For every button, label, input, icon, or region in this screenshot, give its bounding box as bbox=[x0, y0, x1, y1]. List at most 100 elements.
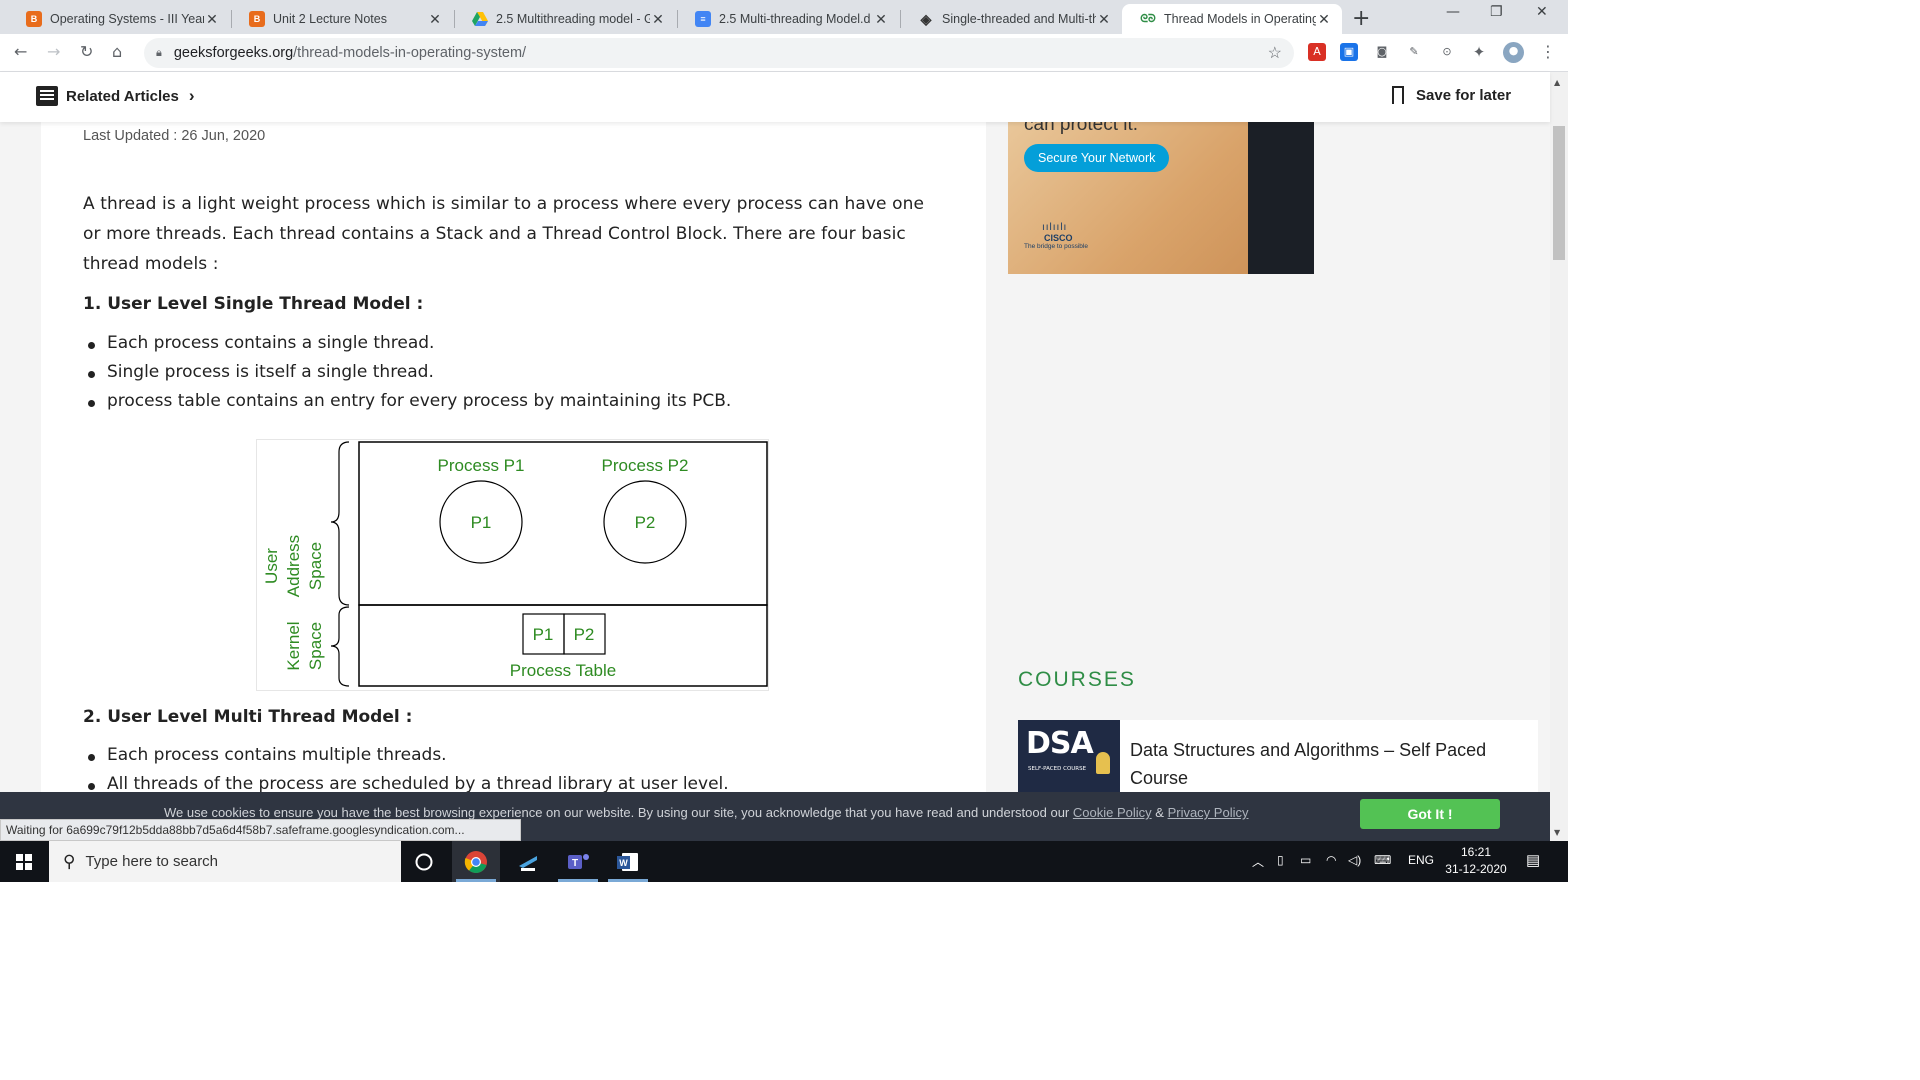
keyboard-icon[interactable]: ⌨ bbox=[1374, 853, 1391, 867]
thumbnail-figure-icon bbox=[1096, 752, 1110, 774]
eyedropper-icon[interactable]: ✎ bbox=[1405, 43, 1423, 61]
notification-center-icon[interactable]: ▤ bbox=[1526, 851, 1540, 869]
user-address-space-label-line1: User bbox=[262, 548, 281, 584]
google-drive-icon bbox=[472, 11, 488, 27]
extensions-puzzle-icon[interactable]: ✦ bbox=[1470, 43, 1488, 61]
home-icon[interactable]: ⌂ bbox=[112, 42, 122, 61]
user-address-space-label-line3: Space bbox=[306, 542, 325, 590]
close-icon[interactable]: ✕ bbox=[427, 11, 443, 28]
battery-icon[interactable]: ▭ bbox=[1300, 853, 1311, 867]
search-placeholder: Type here to search bbox=[85, 853, 219, 870]
blogger-icon: B bbox=[249, 11, 265, 27]
cisco-logo: ıılıılı CISCO The bridge to possible bbox=[1024, 222, 1088, 250]
restore-icon[interactable]: ❐ bbox=[1490, 4, 1503, 20]
camera-extension-icon[interactable]: ◙ bbox=[1373, 43, 1391, 61]
chrome-taskbar-icon[interactable] bbox=[452, 841, 500, 882]
taskbar-search-box[interactable]: ⚲ Type here to search bbox=[49, 841, 401, 882]
got-it-button[interactable]: Got It ! bbox=[1360, 799, 1500, 829]
tab-multi-threading-model-doc[interactable]: ≡ 2.5 Multi-threading Model.d ✕ bbox=[677, 4, 899, 34]
bookmark-star-icon[interactable]: ☆ bbox=[1268, 43, 1282, 63]
page-scrollbar[interactable]: ▲ ▼ bbox=[1550, 72, 1568, 841]
address-bar[interactable]: 🔒︎ geeksforgeeks.org/thread-models-in-op… bbox=[144, 38, 1294, 68]
close-icon[interactable]: ✕ bbox=[650, 11, 666, 28]
back-arrow-icon[interactable]: ← bbox=[14, 42, 27, 61]
p2-circle-label: P2 bbox=[635, 513, 656, 532]
user-space-brace bbox=[330, 441, 350, 606]
google-docs-icon: ≡ bbox=[695, 11, 711, 27]
bookmark-icon bbox=[1392, 86, 1404, 104]
code-extension-icon[interactable]: ⊙ bbox=[1438, 43, 1456, 61]
window-close-icon[interactable]: ✕ bbox=[1536, 4, 1548, 20]
pdf-extension-icon[interactable]: A bbox=[1308, 43, 1326, 61]
cookie-message: We use cookies to ensure you have the be… bbox=[164, 805, 1248, 820]
course-title-link[interactable]: Data Structures and Algorithms – Self Pa… bbox=[1130, 736, 1530, 792]
profile-avatar[interactable]: ● bbox=[1503, 42, 1524, 63]
table-p1-label: P1 bbox=[533, 625, 554, 644]
taskbar-clock[interactable]: 16:21 31-12-2020 bbox=[1440, 844, 1512, 878]
tab-unit-2-lecture-notes[interactable]: B Unit 2 Lecture Notes ✕ bbox=[231, 4, 453, 34]
close-icon[interactable]: ✕ bbox=[1316, 11, 1332, 28]
privacy-policy-link[interactable]: Privacy Policy bbox=[1168, 805, 1249, 820]
svg-text:T: T bbox=[572, 858, 578, 869]
save-for-later-button[interactable]: Save for later bbox=[1392, 86, 1511, 104]
tab-title: Single-threaded and Multi-th bbox=[942, 12, 1096, 26]
close-icon[interactable]: ✕ bbox=[1096, 11, 1112, 28]
volume-icon[interactable]: ◁) bbox=[1348, 853, 1361, 867]
new-tab-button[interactable]: + bbox=[1352, 6, 1370, 31]
url-path: /thread-models-in-operating-system/ bbox=[293, 45, 527, 61]
scrollbar-thumb[interactable] bbox=[1553, 126, 1565, 260]
tab-operating-systems[interactable]: B Operating Systems - III Year I ✕ bbox=[8, 4, 230, 34]
tab-single-threaded-multi-threaded[interactable]: ◈ Single-threaded and Multi-th ✕ bbox=[900, 4, 1122, 34]
teams-app-icon[interactable]: T bbox=[554, 841, 602, 882]
page-viewport: Last Updated : 26 Jun, 2020 A thread is … bbox=[0, 72, 1550, 841]
task-view-icon[interactable] bbox=[400, 841, 448, 882]
process-table-label: Process Table bbox=[510, 661, 616, 680]
ad-brand: CISCO bbox=[1044, 233, 1073, 243]
gfg-icon: ᘓᘐ bbox=[1140, 12, 1156, 25]
minimize-icon[interactable]: — bbox=[1446, 4, 1460, 20]
windows-taskbar: ⚲ Type here to search T W ︿ ▯ ▭ ◠ ◁) ⌨ E… bbox=[0, 841, 1568, 882]
svg-text:W: W bbox=[619, 858, 628, 868]
language-indicator[interactable]: ENG bbox=[1408, 853, 1434, 867]
table-p2-label: P2 bbox=[574, 625, 595, 644]
screen-extension-icon[interactable]: ▣ bbox=[1340, 43, 1358, 61]
scroll-up-arrow-icon[interactable]: ▲ bbox=[1554, 78, 1560, 87]
list-item: Each process contains multiple threads. bbox=[83, 745, 729, 774]
paint-app-icon[interactable] bbox=[504, 841, 552, 882]
list-item: Single process is itself a single thread… bbox=[83, 362, 731, 391]
tab-title: 2.5 Multithreading model - G bbox=[496, 12, 650, 26]
wifi-icon[interactable]: ◠ bbox=[1326, 853, 1336, 867]
single-thread-model-diagram: User Address Space Kernel Space Process … bbox=[256, 439, 769, 691]
tab-title: Unit 2 Lecture Notes bbox=[273, 12, 387, 26]
forward-arrow-icon[interactable]: → bbox=[47, 42, 60, 61]
cisco-advertisement[interactable]: can protect it. Secure Your Network ıılı… bbox=[1008, 120, 1314, 274]
tab-thread-models-active[interactable]: ᘓᘐ Thread Models in Operating ✕ bbox=[1122, 4, 1342, 34]
menu-kebab-icon[interactable]: ⋮ bbox=[1540, 42, 1556, 61]
ad-person-image bbox=[1248, 120, 1314, 274]
browser-status-bar: Waiting for 6a699c79f12b5dda88bb7d5a6d4f… bbox=[0, 819, 521, 841]
reload-icon[interactable]: ↻ bbox=[80, 42, 93, 61]
save-for-later-label: Save for later bbox=[1416, 86, 1512, 104]
cookie-policy-link[interactable]: Cookie Policy bbox=[1073, 805, 1152, 820]
device-icon[interactable]: ▯ bbox=[1277, 853, 1284, 867]
kernel-space-brace bbox=[330, 606, 350, 687]
blogger-icon: B bbox=[26, 11, 42, 27]
section-heading-user-level-single-thread: 1. User Level Single Thread Model : bbox=[83, 294, 424, 314]
secure-your-network-button[interactable]: Secure Your Network bbox=[1024, 144, 1170, 172]
process-p1-label: Process P1 bbox=[438, 456, 525, 475]
p1-circle-label: P1 bbox=[471, 513, 492, 532]
word-app-icon[interactable]: W bbox=[604, 841, 652, 882]
lock-icon: 🔒︎ bbox=[156, 46, 162, 59]
related-articles-button[interactable]: Related Articles › bbox=[36, 86, 195, 106]
thumbnail-title: DSA bbox=[1026, 726, 1094, 761]
article-list-icon bbox=[36, 86, 58, 106]
tab-multithreading-model-drive[interactable]: 2.5 Multithreading model - G ✕ bbox=[454, 4, 676, 34]
close-icon[interactable]: ✕ bbox=[204, 11, 220, 28]
show-hidden-icons-chevron-icon[interactable]: ︿ bbox=[1252, 853, 1264, 870]
scroll-down-arrow-icon[interactable]: ▼ bbox=[1554, 828, 1560, 837]
courses-heading: COURSES bbox=[1018, 668, 1136, 691]
windows-start-icon[interactable] bbox=[16, 854, 32, 870]
tab-title: Operating Systems - III Year I bbox=[50, 12, 204, 26]
close-icon[interactable]: ✕ bbox=[873, 11, 889, 28]
sticky-article-header: Related Articles › Save for later bbox=[0, 72, 1550, 122]
